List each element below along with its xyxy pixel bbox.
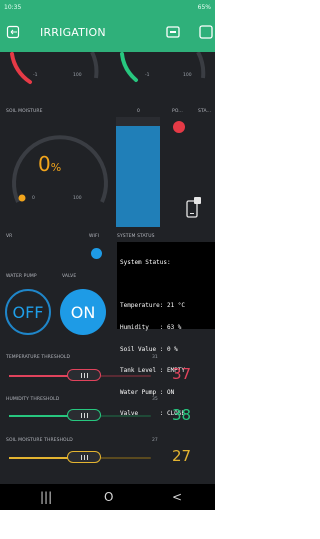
soil-moisture-slider-handle[interactable] [67,451,102,463]
water-pump-label: WATER PUMP [6,274,37,279]
vr-label: VR [6,234,13,239]
settings-icon[interactable] [198,24,214,40]
humidity-threshold-label: HUMIDITY THRESHOLD [6,397,60,402]
device-icon[interactable] [165,24,181,40]
water-pump-off-button[interactable]: OFF [5,289,51,335]
humidity-threshold-value: 38 [172,406,192,424]
terminal-line: Soil Value : 0 % [120,345,178,353]
terminal-line: System Status: [120,259,171,267]
system-status-label: SYSTEM STATUS [117,234,155,239]
back-button[interactable]: < [172,490,182,504]
temperature-threshold-value: 37 [172,365,192,383]
page-title: IRRIGATION [40,26,106,39]
phone-notification-icon[interactable] [184,196,202,220]
bar-value-label: 0 [137,109,140,114]
terminal-line: Humidity : 63 % [120,324,182,332]
top-right-gauge-max: 100 [183,73,192,78]
system-nav-bar: ||| O < [0,484,215,510]
wifi-label: WIFI [89,234,100,239]
soil-level-bar [116,117,160,227]
top-left-gauge-max: 100 [73,73,82,78]
status-battery: 65% [197,3,211,11]
valve-label: VALVE [62,274,77,279]
power-led [173,121,185,133]
home-button[interactable]: O [104,490,113,504]
soil-moisture-value: 0% [38,152,62,176]
exit-icon[interactable] [6,25,20,39]
terminal-line: Tank Level : EMPTY [120,367,186,375]
soil-gauge-max: 100 [73,196,82,201]
temperature-threshold-max: 31 [152,355,158,360]
terminal-line: Temperature: 21 °C [120,302,186,310]
status-label: STA... [198,109,212,114]
humidity-slider-handle[interactable] [67,409,102,421]
soil-moisture-threshold-value: 27 [172,447,192,465]
terminal-line: Water Pump : ON [120,388,175,396]
top-gauges [10,52,206,84]
top-left-gauge-min: -1 [33,73,38,78]
soil-level-fill [116,125,160,227]
top-right-gauge-min: -1 [145,73,150,78]
recent-apps-button[interactable]: ||| [40,490,52,504]
app-bar: IRRIGATION [0,14,215,52]
system-status-terminal: System Status: Temperature: 21 °C Humidi… [117,242,215,417]
temperature-threshold-label: TEMPERATURE THRESHOLD [6,355,71,360]
status-bar: 10:35 65% [0,0,215,14]
power-label: PO... [172,109,183,114]
soil-moisture-threshold-max: 27 [152,438,158,443]
soil-moisture-threshold-label: SOIL MOISTURE THRESHOLD [6,438,73,443]
valve-on-button[interactable]: ON [60,289,106,335]
status-time: 10:35 [4,3,22,11]
wifi-led [91,248,102,259]
humidity-threshold-max: 35 [152,397,158,402]
dashboard: -1 100 -1 100 SOIL MOISTURE 0 PO... STA.… [0,52,215,484]
temperature-slider-handle[interactable] [67,369,102,381]
soil-gauge-min: 0 [32,196,35,201]
